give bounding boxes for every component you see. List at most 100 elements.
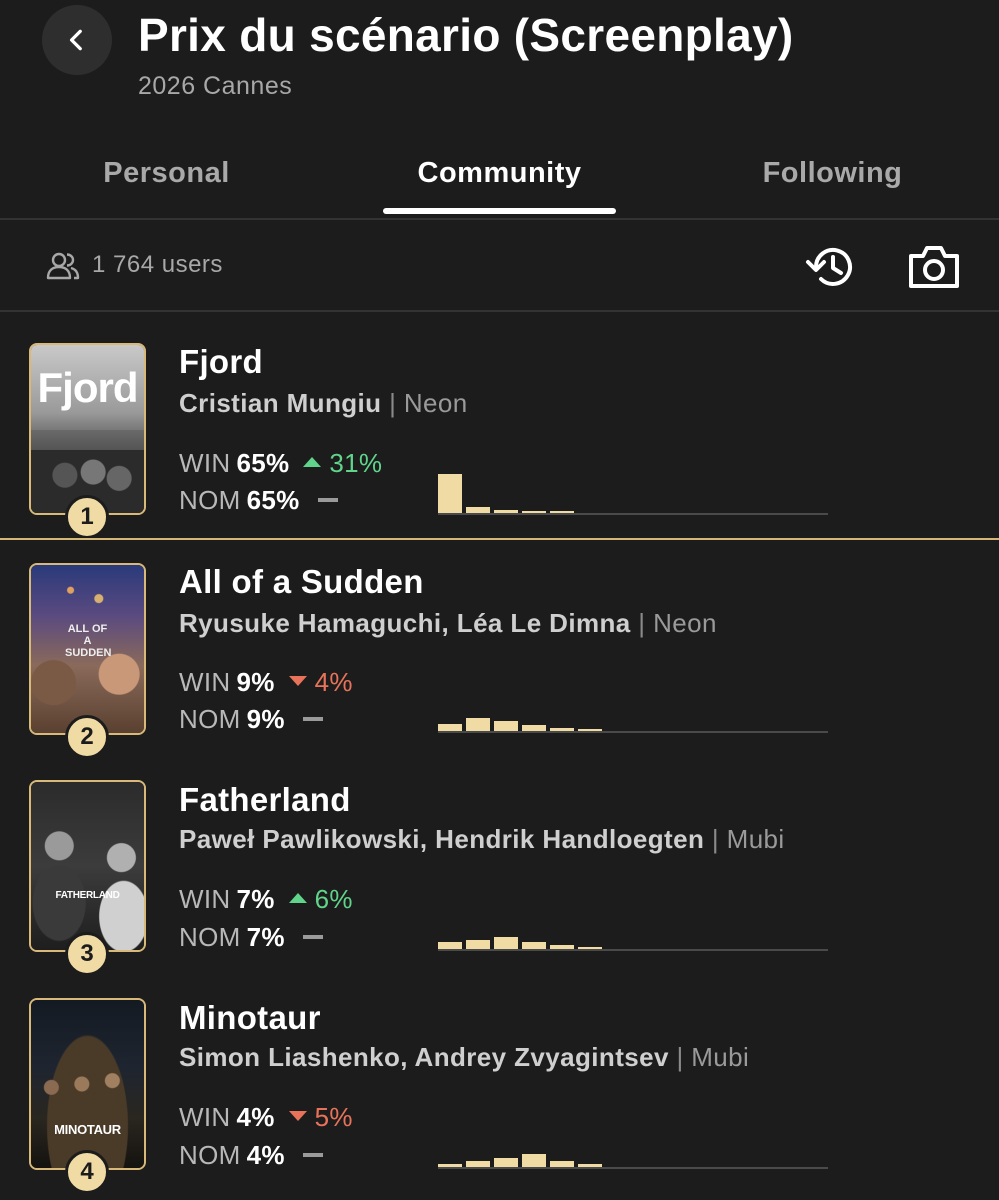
histogram-bar [438, 942, 462, 949]
film-distributor: Neon [403, 388, 468, 418]
win-change: 5% [314, 1102, 353, 1132]
nom-label: NOM [179, 704, 241, 734]
histogram-bar [494, 721, 518, 731]
win-trend: 6% [288, 884, 353, 914]
header: Prix du scénario (Screenplay) 2026 Canne… [0, 0, 999, 120]
win-value: 7% [236, 884, 275, 914]
users-count: 1 764 users [92, 251, 223, 278]
win-trend: 5% [288, 1102, 353, 1132]
histogram-bar [438, 1164, 462, 1167]
histogram-bar [438, 724, 462, 731]
film-title: All of a Sudden [179, 563, 424, 600]
list-item[interactable]: MINOTAUR 4 Minotaur Simon Liashenko, And… [0, 976, 999, 1196]
win-trend: 4% [288, 667, 353, 697]
film-directors: Paweł Pawlikowski, Hendrik Handloegten [179, 824, 705, 854]
film-poster: ALL OF A SUDDEN [29, 563, 146, 735]
film-title: Fjord [179, 343, 263, 380]
histogram-bar [522, 725, 546, 731]
histogram-bar [438, 474, 462, 513]
poster-title: MINOTAUR [54, 1122, 121, 1137]
histogram-bar [550, 1161, 574, 1167]
film-distributor: Mubi [726, 824, 785, 854]
credits-separator: | [638, 608, 646, 638]
trend-down-icon [288, 676, 307, 687]
histogram-baseline [438, 513, 828, 515]
trend-flat-icon [302, 935, 323, 940]
rank-histogram [438, 901, 828, 951]
tab-personal[interactable]: Personal [0, 130, 333, 216]
poster-title: FATHERLAND [55, 890, 120, 901]
histogram-bar [550, 945, 574, 949]
histogram-bar [522, 942, 546, 949]
film-poster: Fjord [29, 343, 146, 515]
rank-badge: 4 [65, 1150, 109, 1194]
histogram-bar [466, 940, 490, 949]
poster-title: Fjord [37, 364, 139, 411]
win-change: 6% [314, 884, 353, 914]
win-stat: WIN 65% 31% [179, 448, 382, 479]
win-stat: WIN 4% 5% [179, 1102, 353, 1133]
back-button[interactable] [42, 5, 112, 75]
histogram-bar [578, 1164, 602, 1167]
film-directors: Simon Liashenko, Andrey Zvyagintsev [179, 1042, 669, 1072]
nom-label: NOM [179, 1140, 241, 1170]
trend-up-icon [288, 893, 307, 904]
histogram-bar [550, 728, 574, 731]
histogram-baseline [438, 949, 828, 951]
histogram-bar [466, 507, 490, 513]
page-subtitle: 2026 Cannes [138, 72, 293, 100]
trend-flat-icon [302, 1153, 323, 1158]
win-label: WIN [179, 667, 231, 697]
win-stat: WIN 7% 6% [179, 884, 353, 915]
film-distributor: Neon [653, 608, 717, 638]
tab-community[interactable]: Community [333, 130, 666, 216]
histogram-bar [522, 511, 546, 513]
toolbar: 1 764 users [0, 220, 999, 312]
rank-badge: 3 [65, 932, 109, 976]
film-directors: Ryusuke Hamaguchi, Léa Le Dimna [179, 608, 631, 638]
win-value: 4% [236, 1102, 275, 1132]
histogram-bar [466, 1161, 490, 1167]
rank-badge: 2 [65, 715, 109, 759]
histogram-baseline [438, 731, 828, 733]
list-item[interactable]: Fjord 1 Fjord Cristian Mungiu | Neon WIN… [0, 320, 999, 540]
toolbar-divider [0, 310, 999, 312]
page-title: Prix du scénario (Screenplay) [138, 9, 794, 61]
trend-down-icon [288, 1111, 307, 1122]
film-poster: FATHERLAND [29, 780, 146, 952]
nom-value: 7% [246, 922, 285, 952]
win-change: 31% [329, 448, 383, 478]
histogram-bar [494, 1158, 518, 1167]
histogram-bar [578, 729, 602, 731]
poster-title: ALL OF A SUDDEN [65, 623, 112, 659]
win-label: WIN [179, 1102, 231, 1132]
nom-value: 9% [246, 704, 285, 734]
histogram-bar [550, 511, 574, 513]
camera-icon[interactable] [906, 242, 962, 292]
nom-label: NOM [179, 922, 241, 952]
rank-badge: 1 [65, 495, 109, 539]
film-distributor: Mubi [691, 1042, 750, 1072]
active-tab-indicator [383, 208, 616, 214]
film-title: Minotaur [179, 999, 321, 1036]
film-poster: MINOTAUR [29, 998, 146, 1170]
film-credits: Cristian Mungiu | Neon [179, 388, 468, 419]
histogram-bar [494, 937, 518, 949]
history-icon[interactable] [804, 240, 858, 294]
win-label: WIN [179, 448, 231, 478]
win-value: 9% [236, 667, 275, 697]
tab-following[interactable]: Following [666, 130, 999, 216]
histogram-bar [494, 510, 518, 513]
nom-value: 65% [246, 485, 300, 515]
chevron-left-icon [69, 29, 82, 51]
nom-value: 4% [246, 1140, 285, 1170]
film-directors: Cristian Mungiu [179, 388, 382, 418]
nom-stat: NOM 65% [179, 485, 338, 516]
rank-histogram [438, 683, 828, 733]
histogram-baseline [438, 1167, 828, 1169]
nom-stat: NOM 4% [179, 1140, 323, 1171]
list-item[interactable]: FATHERLAND 3 Fatherland Paweł Pawlikowsk… [0, 758, 999, 978]
list-item[interactable]: ALL OF A SUDDEN 2 All of a Sudden Ryusuk… [0, 540, 999, 760]
film-title: Fatherland [179, 781, 351, 818]
nom-label: NOM [179, 485, 241, 515]
